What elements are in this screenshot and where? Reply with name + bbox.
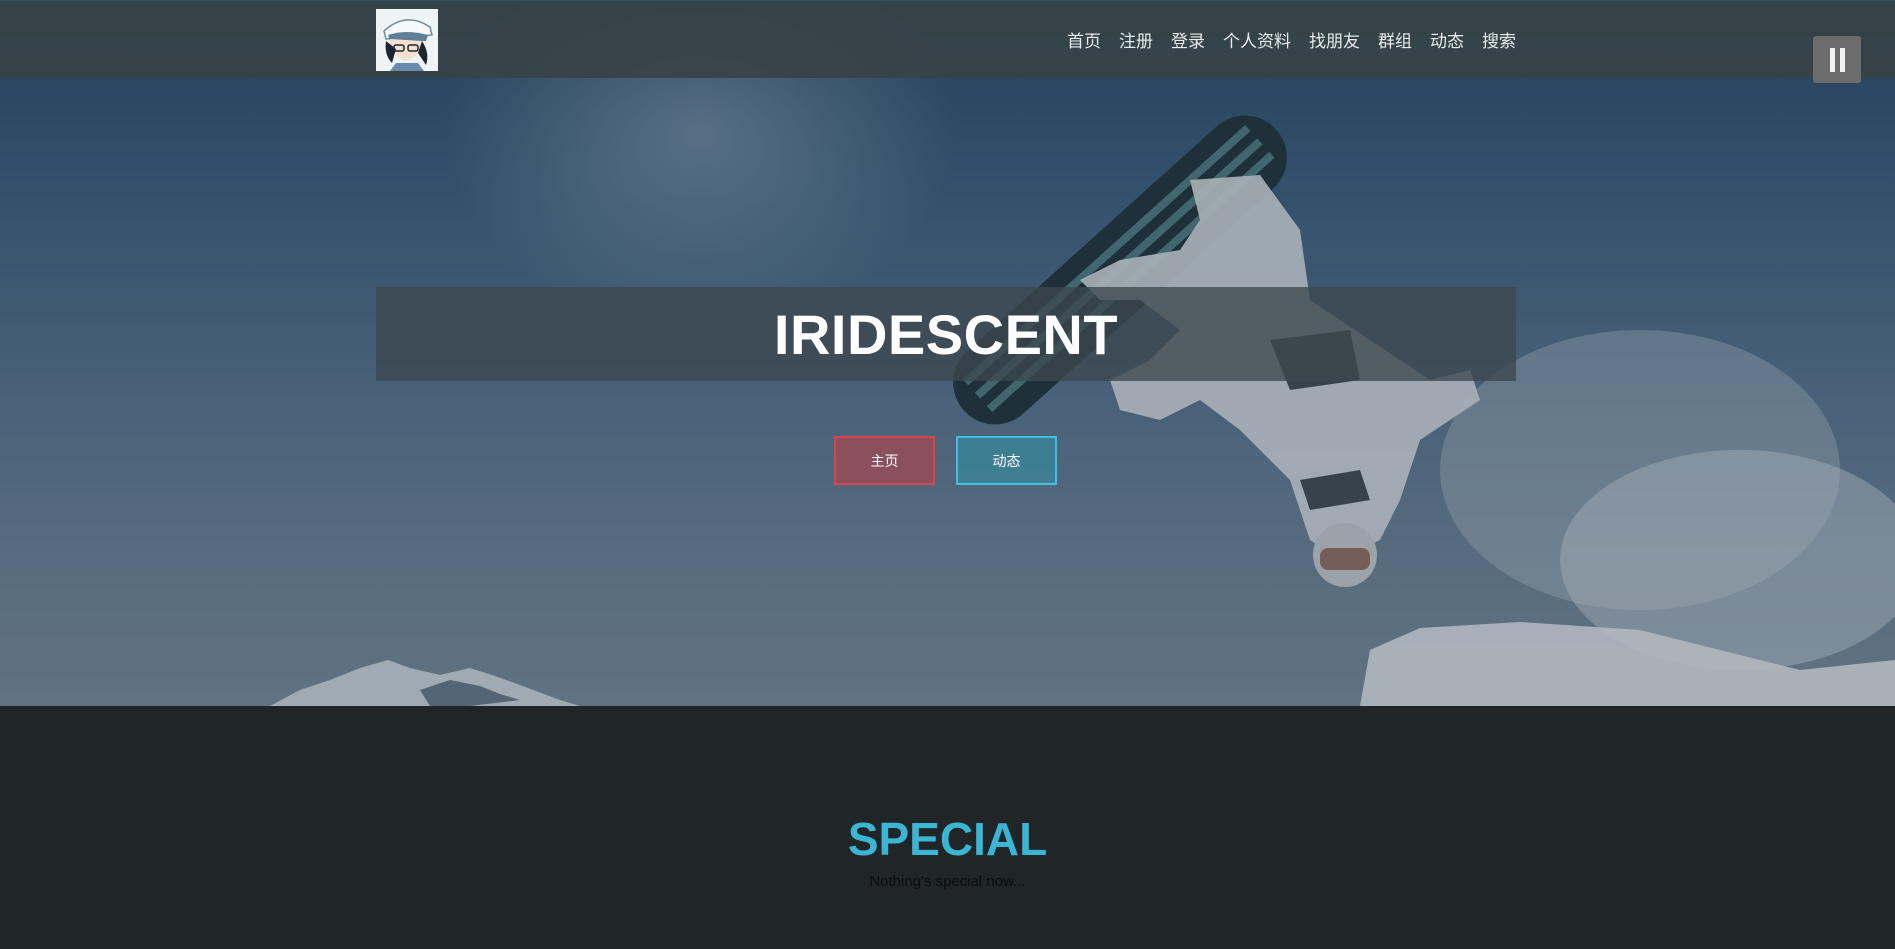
hero-title-band: IRIDESCENT bbox=[376, 287, 1516, 381]
home-button[interactable]: 主页 bbox=[834, 436, 935, 485]
nav-item-search[interactable]: 搜索 bbox=[1473, 27, 1516, 52]
hero-title: IRIDESCENT bbox=[773, 302, 1119, 366]
pause-icon-bar bbox=[1839, 47, 1845, 72]
special-subtitle: Nothing's special now... bbox=[869, 873, 1026, 890]
nav-item-feed[interactable]: 动态 bbox=[1421, 27, 1473, 52]
nav-item-find-friends[interactable]: 找朋友 bbox=[1300, 27, 1369, 52]
music-pause-button[interactable] bbox=[1813, 36, 1861, 83]
nav-item-login[interactable]: 登录 bbox=[1162, 27, 1214, 52]
nav-item-home[interactable]: 首页 bbox=[1058, 27, 1110, 52]
main-nav: 首页 注册 登录 个人资料 找朋友 群组 动态 搜索 bbox=[1058, 1, 1516, 78]
top-navbar: 首页 注册 登录 个人资料 找朋友 群组 动态 搜索 bbox=[0, 0, 1895, 78]
anime-avatar-icon bbox=[376, 9, 438, 71]
feed-button[interactable]: 动态 bbox=[956, 436, 1057, 485]
nav-item-register[interactable]: 注册 bbox=[1110, 27, 1162, 52]
nav-item-profile[interactable]: 个人资料 bbox=[1214, 27, 1300, 52]
nav-item-groups[interactable]: 群组 bbox=[1369, 27, 1421, 52]
pause-icon bbox=[1829, 47, 1835, 72]
logo-avatar[interactable] bbox=[376, 9, 438, 71]
special-title: SPECIAL bbox=[847, 813, 1048, 865]
